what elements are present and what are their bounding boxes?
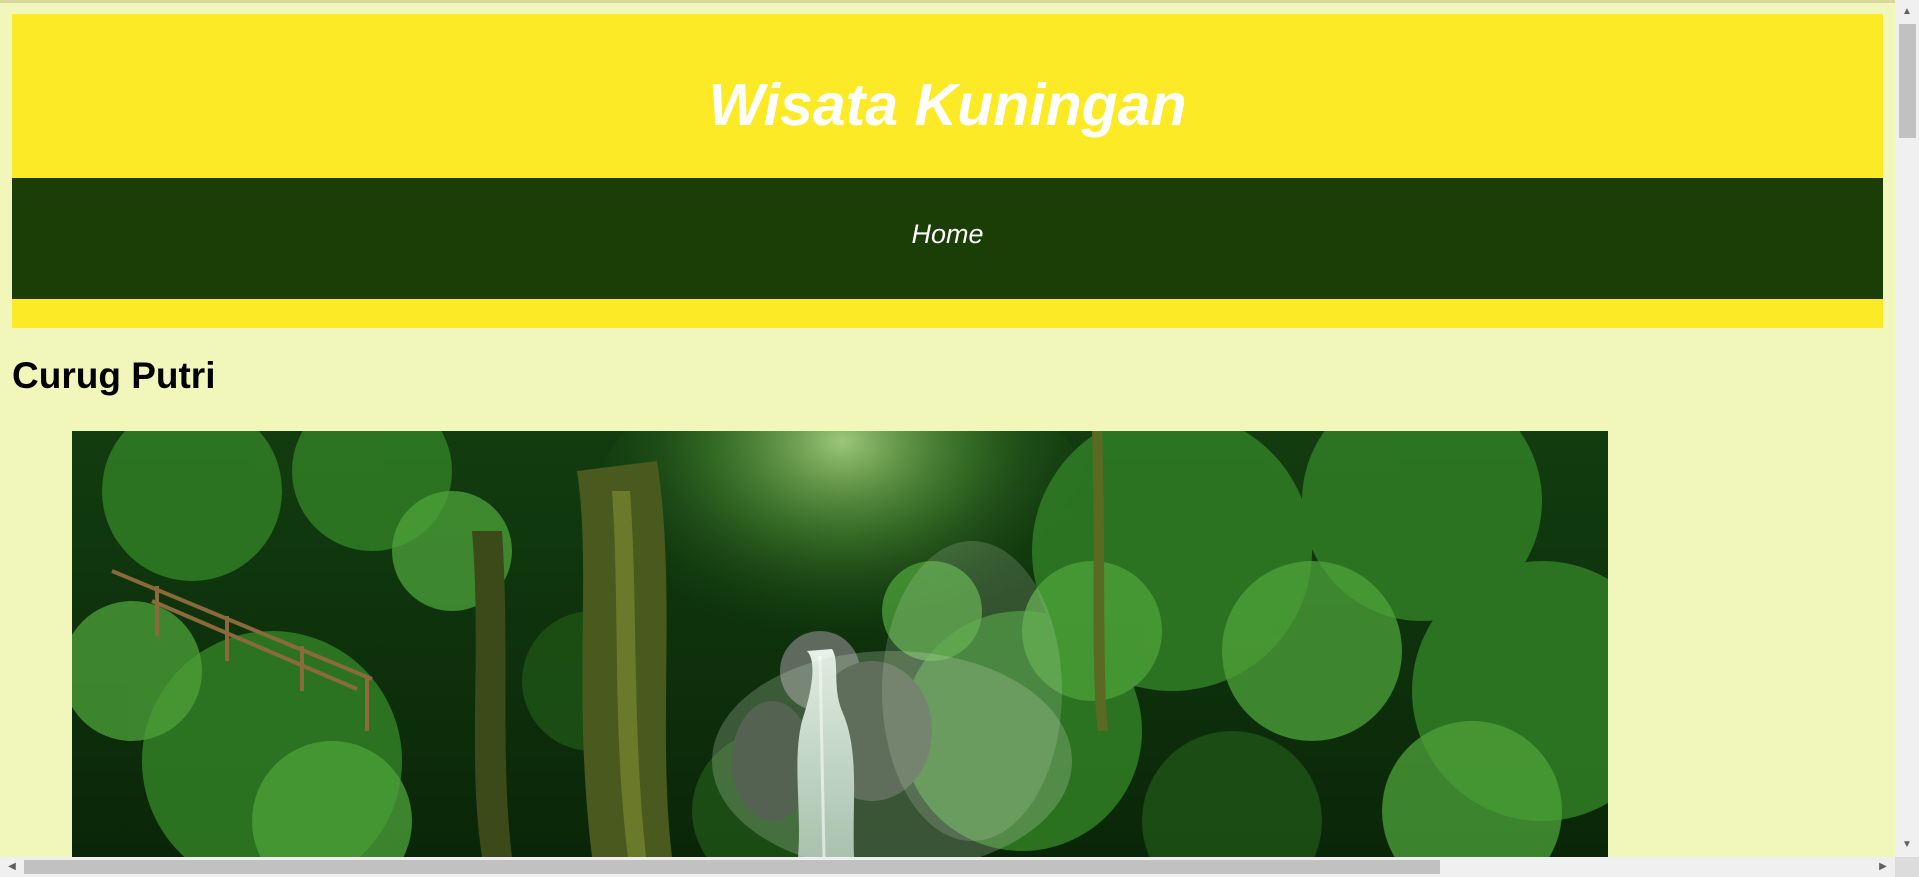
vertical-scrollbar[interactable]: ▲ ▼	[1895, 0, 1919, 857]
scroll-down-arrow-icon[interactable]: ▼	[1895, 835, 1919, 855]
scrollbar-corner	[1895, 857, 1919, 877]
scroll-right-arrow-icon[interactable]: ▶	[1873, 857, 1893, 877]
nav-item-home[interactable]: Home	[12, 221, 1883, 248]
horizontal-scrollbar[interactable]: ◀ ▶	[0, 857, 1895, 877]
scroll-up-arrow-icon[interactable]: ▲	[1895, 2, 1919, 22]
vertical-scrollbar-thumb[interactable]	[1899, 24, 1916, 138]
waterfall-photo	[72, 431, 1608, 857]
window-top-border	[0, 0, 1919, 3]
site-title: Wisata Kuningan	[708, 72, 1187, 138]
page-title: Curug Putri	[12, 355, 216, 396]
main-nav: Home	[12, 178, 1883, 299]
scroll-left-arrow-icon[interactable]: ◀	[2, 857, 22, 877]
horizontal-scrollbar-thumb[interactable]	[24, 860, 1440, 874]
site-header: Wisata Kuningan Home	[12, 14, 1883, 328]
